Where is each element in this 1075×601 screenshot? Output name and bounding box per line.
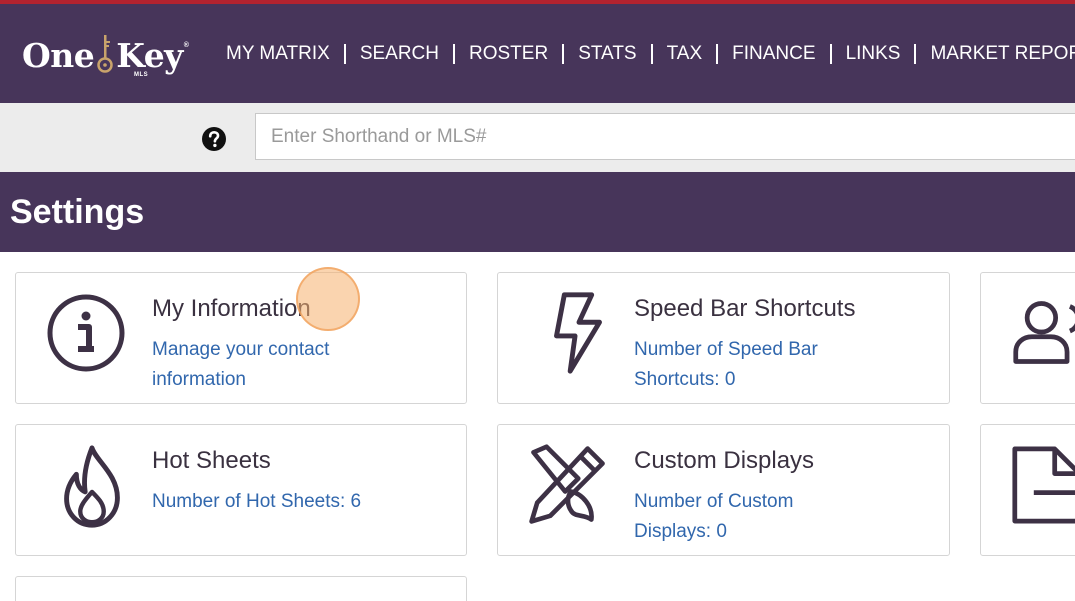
card-subtitle[interactable]: Number of Hot Sheets: 6: [152, 487, 432, 517]
lightning-bolt-icon: [554, 292, 602, 374]
card-subtitle[interactable]: Number of Custom Displays: 0: [634, 487, 844, 547]
card-title: My Information: [152, 295, 311, 322]
page-title-bar: Settings: [0, 172, 1075, 252]
nav-finance[interactable]: FINANCE: [718, 41, 829, 67]
card-title: Hot Sheets: [152, 447, 271, 474]
card-hot-sheets[interactable]: Hot Sheets Number of Hot Sheets: 6: [15, 424, 467, 556]
logo-word-one: One: [22, 36, 95, 75]
card-subtitle[interactable]: Manage your contact information: [152, 335, 382, 395]
card-partial-bottom[interactable]: [15, 576, 467, 601]
users-icon: [1013, 301, 1075, 364]
shorthand-search-input[interactable]: [255, 113, 1075, 160]
card-subtitle[interactable]: Number of Speed Bar Shortcuts: 0: [634, 335, 864, 395]
onekey-mls-logo[interactable]: One Key ® MLS: [22, 32, 189, 78]
logo-registered-mark: ®: [183, 42, 189, 49]
logo-word-key: Key: [116, 36, 183, 75]
top-navbar: One Key ® MLS MY MATRIX SEARCH ROSTER ST…: [0, 4, 1075, 103]
card-speed-bar-shortcuts[interactable]: Speed Bar Shortcuts Number of Speed Bar …: [497, 272, 950, 404]
card-custom-displays[interactable]: Custom Displays Number of Custom Display…: [497, 424, 950, 556]
info-circle-icon: [47, 294, 125, 372]
card-partial-document[interactable]: [980, 424, 1075, 556]
card-partial-users[interactable]: [980, 272, 1075, 404]
nav-stats[interactable]: STATS: [564, 41, 650, 67]
nav-tax[interactable]: TAX: [653, 41, 717, 67]
nav-search[interactable]: SEARCH: [346, 41, 453, 67]
key-icon: [97, 35, 113, 73]
document-icon: [1012, 446, 1075, 524]
nav-roster[interactable]: ROSTER: [455, 41, 562, 67]
card-title: Speed Bar Shortcuts: [634, 295, 856, 322]
flame-icon: [64, 445, 120, 528]
page-title: Settings: [10, 193, 145, 231]
nav-market-reports[interactable]: MARKET REPORTS: [916, 41, 1075, 67]
main-nav: MY MATRIX SEARCH ROSTER STATS TAX FINANC…: [212, 41, 1075, 67]
nav-links[interactable]: LINKS: [832, 41, 915, 67]
question-circle-icon[interactable]: [201, 126, 227, 152]
card-title: Custom Displays: [634, 447, 815, 474]
nav-my-matrix[interactable]: MY MATRIX: [212, 41, 344, 67]
speed-bar: [0, 103, 1075, 172]
logo-mls-label: MLS: [134, 72, 149, 78]
card-my-information[interactable]: My Information Manage your contact infor…: [15, 272, 467, 404]
pencil-ruler-icon: [529, 444, 605, 524]
